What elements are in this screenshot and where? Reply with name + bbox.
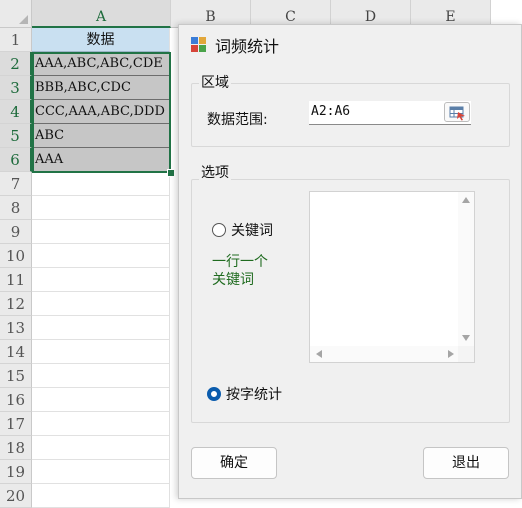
row-header-3[interactable]: 3	[0, 76, 32, 100]
cell-a8[interactable]	[32, 196, 170, 220]
row-header-17[interactable]: 17	[0, 412, 32, 436]
keyword-radio-label[interactable]: 关键词	[231, 220, 273, 240]
scroll-up-icon[interactable]	[462, 197, 470, 203]
row-header-9[interactable]: 9	[0, 220, 32, 244]
app-icon	[191, 37, 206, 52]
cell-a7[interactable]	[32, 172, 170, 196]
cell-a16[interactable]	[32, 388, 170, 412]
exit-button[interactable]: 退出	[423, 447, 509, 479]
row-header-15[interactable]: 15	[0, 364, 32, 388]
horizontal-scrollbar[interactable]	[310, 346, 460, 362]
row-header-1[interactable]: 1	[0, 28, 32, 52]
row-header-20[interactable]: 20	[0, 484, 32, 508]
select-all-corner[interactable]	[0, 0, 32, 28]
cell-a11[interactable]	[32, 268, 170, 292]
keyword-list[interactable]	[309, 191, 475, 363]
range-picker-button[interactable]	[444, 102, 470, 122]
scroll-right-icon[interactable]	[448, 350, 454, 358]
cell-a5[interactable]: ABC	[32, 124, 170, 148]
row-header-4[interactable]: 4	[0, 100, 32, 124]
row-header-11[interactable]: 11	[0, 268, 32, 292]
scroll-left-icon[interactable]	[316, 350, 322, 358]
cell-a19[interactable]	[32, 460, 170, 484]
ok-button[interactable]: 确定	[191, 447, 277, 479]
cell-a12[interactable]	[32, 292, 170, 316]
cell-a1[interactable]: 数据	[32, 28, 170, 52]
row-header-7[interactable]: 7	[0, 172, 32, 196]
row-header-14[interactable]: 14	[0, 340, 32, 364]
fill-handle[interactable]	[167, 169, 175, 177]
row-header-2[interactable]: 2	[0, 52, 32, 76]
row-header-12[interactable]: 12	[0, 292, 32, 316]
cell-a9[interactable]	[32, 220, 170, 244]
cell-a13[interactable]	[32, 316, 170, 340]
corner-triangle-icon	[19, 15, 28, 24]
char-count-radio-label[interactable]: 按字统计	[226, 384, 282, 404]
dialog-title: 词频统计	[215, 37, 280, 56]
scrollbar-corner	[458, 346, 474, 362]
cell-a2[interactable]: AAA,ABC,ABC,CDE	[32, 52, 170, 76]
keyword-radio[interactable]	[212, 223, 226, 237]
cell-a6[interactable]: AAA	[32, 148, 170, 172]
cell-a20[interactable]	[32, 484, 170, 508]
options-group-label: 选项	[199, 162, 231, 182]
scroll-down-icon[interactable]	[462, 335, 470, 341]
cell-a4[interactable]: CCC,AAA,ABC,DDD	[32, 100, 170, 124]
keyword-hint-line-2: 关键词	[212, 272, 254, 288]
region-group-label: 区域	[199, 72, 231, 92]
char-count-radio[interactable]	[207, 387, 221, 401]
column-header-a[interactable]: A	[32, 0, 171, 28]
cell-a17[interactable]	[32, 412, 170, 436]
cell-a18[interactable]	[32, 436, 170, 460]
row-header-18[interactable]: 18	[0, 436, 32, 460]
range-label: 数据范围:	[207, 112, 268, 128]
cell-a10[interactable]	[32, 244, 170, 268]
keyword-hint-line-1: 一行一个	[212, 254, 268, 270]
row-header-19[interactable]: 19	[0, 460, 32, 484]
cell-a3[interactable]: BBB,ABC,CDC	[32, 76, 170, 100]
row-header-5[interactable]: 5	[0, 124, 32, 148]
vertical-scrollbar[interactable]	[458, 192, 474, 346]
word-frequency-dialog: 词频统计 区域 数据范围: A2:A6 选项 关键词 一行一个 关键词 按字统计…	[178, 24, 522, 499]
range-picker-icon	[449, 106, 465, 121]
row-header-13[interactable]: 13	[0, 316, 32, 340]
cell-a15[interactable]	[32, 364, 170, 388]
row-header-16[interactable]: 16	[0, 388, 32, 412]
row-header-8[interactable]: 8	[0, 196, 32, 220]
row-header-6[interactable]: 6	[0, 148, 32, 172]
cell-a14[interactable]	[32, 340, 170, 364]
keyword-hint: 一行一个 关键词	[212, 253, 268, 289]
row-header-10[interactable]: 10	[0, 244, 32, 268]
